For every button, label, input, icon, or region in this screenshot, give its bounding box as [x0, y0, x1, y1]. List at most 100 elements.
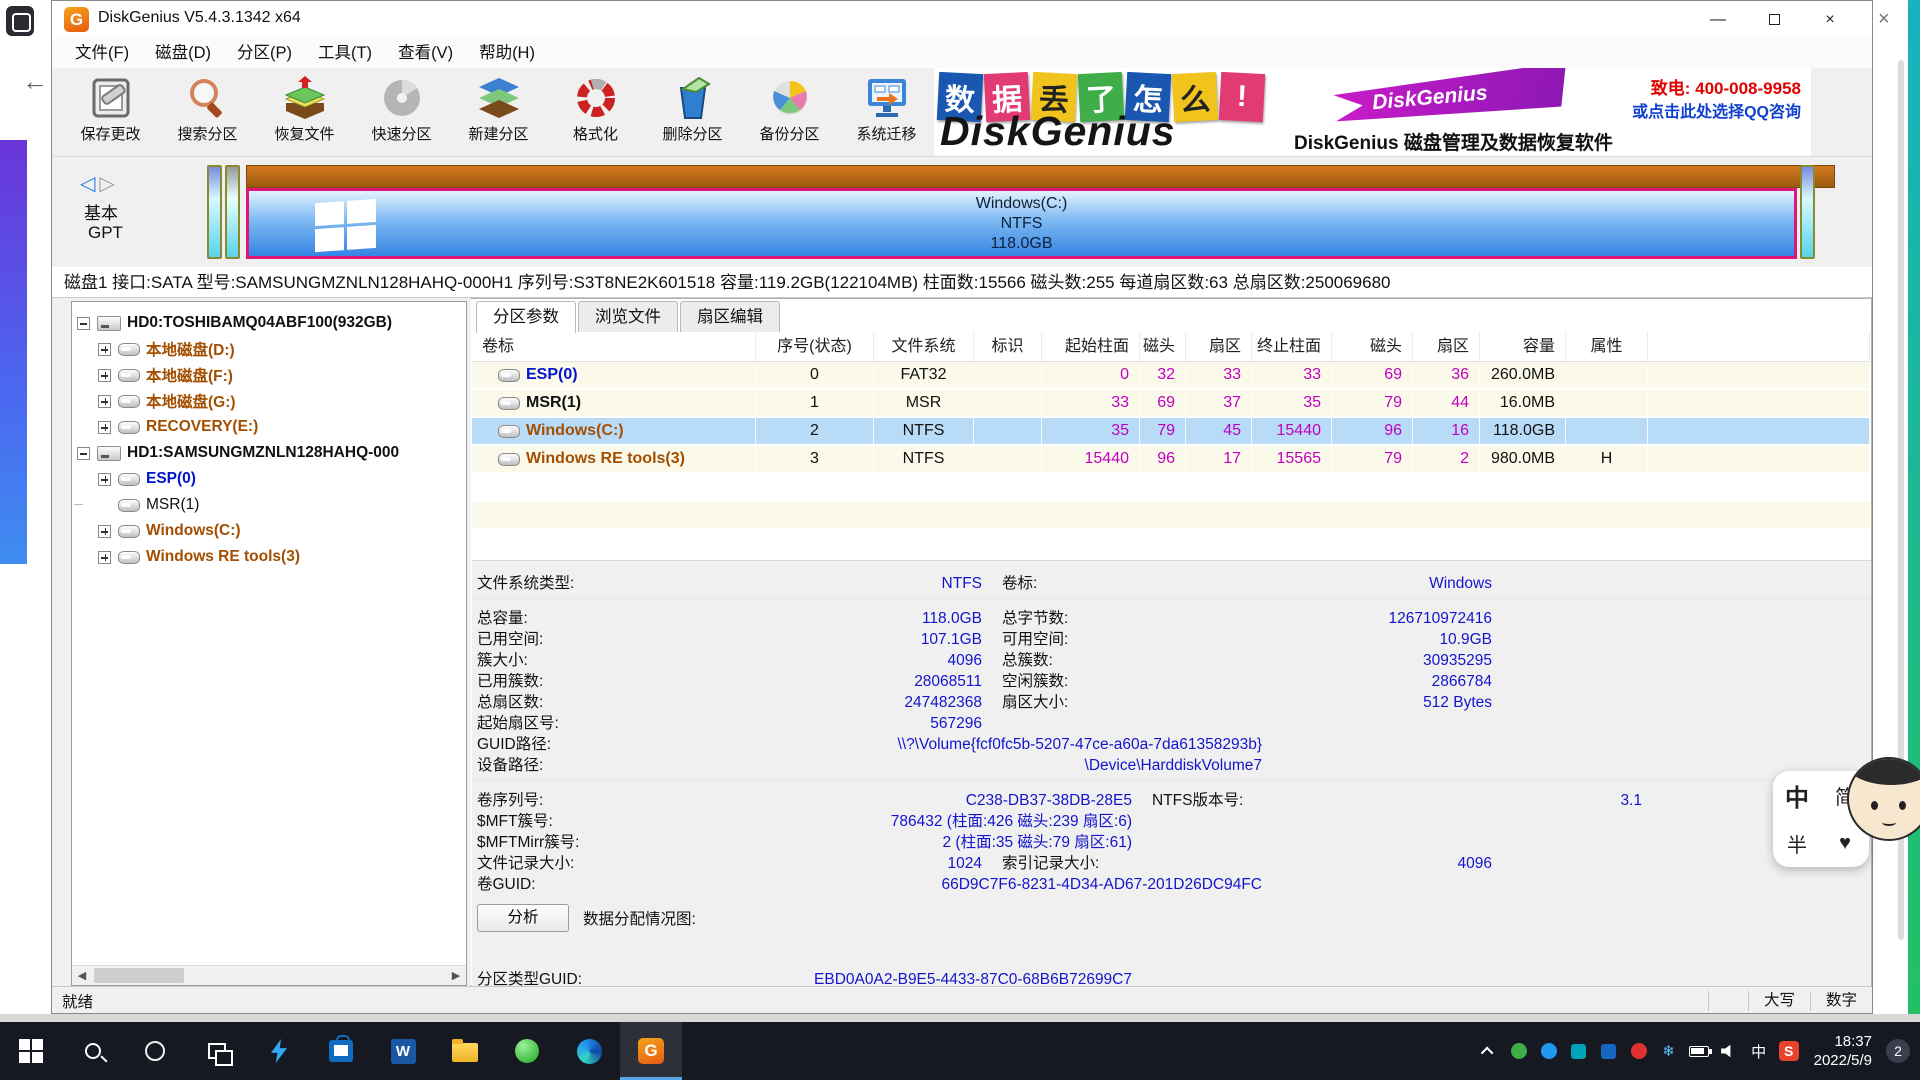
- column-header-7[interactable]: 终止柱面: [1252, 332, 1332, 361]
- toolbar-button-9[interactable]: 系统迁移: [838, 70, 935, 154]
- tray-chevron-up-icon[interactable]: [1474, 1022, 1504, 1080]
- column-header-8[interactable]: 磁头: [1332, 332, 1413, 361]
- tree-item-0[interactable]: HD0:TOSHIBAMQ04ABF100(932GB): [72, 310, 466, 336]
- background-close-icon[interactable]: ×: [1878, 8, 1890, 31]
- tab-2[interactable]: 扇区编辑: [680, 301, 780, 332]
- table-row[interactable]: MSR(1)1MSR33693735794416.0MB: [472, 390, 1870, 418]
- app-diskgenius[interactable]: G: [620, 1022, 682, 1080]
- tree-item-7[interactable]: MSR(1): [72, 492, 466, 518]
- toolbar-button-1[interactable]: 保存更改: [62, 70, 159, 154]
- battery-icon[interactable]: [1684, 1022, 1714, 1080]
- title-bar[interactable]: G DiskGenius V5.4.3.1342 x64 — ×: [52, 1, 1872, 38]
- toolbar-button-4[interactable]: 快速分区: [353, 70, 450, 154]
- column-header-11[interactable]: 属性: [1566, 332, 1648, 361]
- prev-disk-arrow-icon[interactable]: ◁: [80, 173, 95, 195]
- menu-item-0[interactable]: 文件(F): [62, 38, 142, 68]
- tab-1[interactable]: 浏览文件: [578, 301, 678, 332]
- taskbar-clock[interactable]: 18:37 2022/5/9: [1804, 1032, 1882, 1070]
- disk-nav-arrows[interactable]: ◁▷: [80, 171, 115, 196]
- column-header-1[interactable]: 序号(状态): [756, 332, 874, 361]
- cell: 33: [1252, 362, 1332, 388]
- tray-icon-green[interactable]: [1504, 1022, 1534, 1080]
- tree-item-9[interactable]: Windows RE tools(3): [72, 544, 466, 570]
- menu-item-1[interactable]: 磁盘(D): [142, 38, 224, 68]
- tray-icon-red[interactable]: [1624, 1022, 1654, 1080]
- expand-plus-icon[interactable]: [98, 395, 111, 408]
- sogou-input-icon[interactable]: S: [1774, 1022, 1804, 1080]
- tree-item-8[interactable]: Windows(C:): [72, 518, 466, 544]
- partition-windows-c[interactable]: Windows(C:) NTFS 118.0GB: [246, 188, 1797, 259]
- partition-sliver-re-tools[interactable]: [1800, 165, 1815, 259]
- column-header-3[interactable]: 标识: [974, 332, 1042, 361]
- ime-lang-indicator[interactable]: 中: [1744, 1022, 1774, 1080]
- back-arrow-icon[interactable]: ←: [22, 66, 48, 97]
- expand-plus-icon[interactable]: [98, 473, 111, 486]
- tree-item-6[interactable]: ESP(0): [72, 466, 466, 492]
- toolbar-button-6[interactable]: 格式化: [547, 70, 644, 154]
- banner-qq-link[interactable]: 或点击此处选择QQ咨询: [1632, 98, 1801, 122]
- menu-item-4[interactable]: 查看(V): [385, 38, 466, 68]
- tray-icon-teal[interactable]: [1564, 1022, 1594, 1080]
- expand-plus-icon[interactable]: [98, 525, 111, 538]
- expand-plus-icon[interactable]: [98, 343, 111, 356]
- browser-tab-icon[interactable]: [6, 6, 34, 36]
- app-edge[interactable]: [558, 1022, 620, 1080]
- scroll-right-arrow-icon[interactable]: ▶: [446, 966, 466, 986]
- toolbar-button-2[interactable]: 搜索分区: [159, 70, 256, 154]
- table-row[interactable]: Windows(C:)2NTFS357945154409616118.0GB: [472, 418, 1870, 446]
- expand-plus-icon[interactable]: [98, 369, 111, 382]
- notification-badge[interactable]: 2: [1886, 1039, 1910, 1063]
- column-header-4[interactable]: 起始柱面: [1042, 332, 1140, 361]
- cortana-button[interactable]: [124, 1022, 186, 1080]
- partition-sliver-msr[interactable]: [225, 165, 240, 259]
- table-row[interactable]: ESP(0)0FAT3203233336936260.0MB: [472, 362, 1870, 390]
- ad-banner[interactable]: 数据丢了怎么! DiskGenius DiskGenius 致电: 400-00…: [934, 68, 1811, 156]
- app-lightning[interactable]: [248, 1022, 310, 1080]
- minimize-button[interactable]: —: [1690, 1, 1746, 38]
- toolbar-button-8[interactable]: 备份分区: [741, 70, 838, 154]
- app-word[interactable]: W: [372, 1022, 434, 1080]
- tree-item-1[interactable]: 本地磁盘(D:): [72, 336, 466, 362]
- column-header-2[interactable]: 文件系统: [874, 332, 974, 361]
- task-view-button[interactable]: [186, 1022, 248, 1080]
- tree-item-2[interactable]: 本地磁盘(F:): [72, 362, 466, 388]
- scrollbar-thumb[interactable]: [94, 968, 184, 983]
- column-header-0[interactable]: 卷标: [472, 332, 756, 361]
- menu-item-2[interactable]: 分区(P): [224, 38, 305, 68]
- expand-plus-icon[interactable]: [98, 551, 111, 564]
- search-button[interactable]: [62, 1022, 124, 1080]
- column-header-10[interactable]: 容量: [1480, 332, 1566, 361]
- ime-status-widget[interactable]: 中 简 半 ♥: [1773, 757, 1920, 875]
- start-button[interactable]: [0, 1022, 62, 1080]
- column-header-5[interactable]: 磁头: [1140, 332, 1186, 361]
- tab-0[interactable]: 分区参数: [476, 301, 576, 333]
- column-header-6[interactable]: 扇区: [1186, 332, 1252, 361]
- scroll-left-arrow-icon[interactable]: ◀: [72, 966, 92, 986]
- menu-item-5[interactable]: 帮助(H): [466, 38, 548, 68]
- toolbar-button-7[interactable]: 删除分区: [644, 70, 741, 154]
- tree-item-5[interactable]: HD1:SAMSUNGMZNLN128HAHQ-000: [72, 440, 466, 466]
- tray-snowflake-icon[interactable]: ❄: [1654, 1022, 1684, 1080]
- tray-icon-navy[interactable]: [1594, 1022, 1624, 1080]
- column-header-9[interactable]: 扇区: [1413, 332, 1480, 361]
- table-row[interactable]: Windows RE tools(3)3NTFS1544096171556579…: [472, 446, 1870, 474]
- expand-plus-icon[interactable]: [98, 421, 111, 434]
- tree-item-3[interactable]: 本地磁盘(G:): [72, 388, 466, 414]
- close-button[interactable]: ×: [1802, 1, 1858, 38]
- maximize-button[interactable]: [1746, 1, 1802, 38]
- toolbar-button-5[interactable]: 新建分区: [450, 70, 547, 154]
- partition-sliver-esp[interactable]: [207, 165, 222, 259]
- tree-item-4[interactable]: RECOVERY(E:): [72, 414, 466, 440]
- tree-horizontal-scrollbar[interactable]: ◀ ▶: [72, 965, 466, 985]
- app-green[interactable]: [496, 1022, 558, 1080]
- analyze-button[interactable]: 分析: [477, 904, 569, 932]
- collapse-minus-icon[interactable]: [77, 447, 90, 460]
- app-store[interactable]: [310, 1022, 372, 1080]
- next-disk-arrow-icon[interactable]: ▷: [99, 173, 114, 195]
- collapse-minus-icon[interactable]: [77, 317, 90, 330]
- toolbar-button-3[interactable]: 恢复文件: [256, 70, 353, 154]
- volume-icon[interactable]: [1714, 1022, 1744, 1080]
- menu-item-3[interactable]: 工具(T): [305, 38, 385, 68]
- tray-icon-blue[interactable]: [1534, 1022, 1564, 1080]
- app-file-explorer[interactable]: [434, 1022, 496, 1080]
